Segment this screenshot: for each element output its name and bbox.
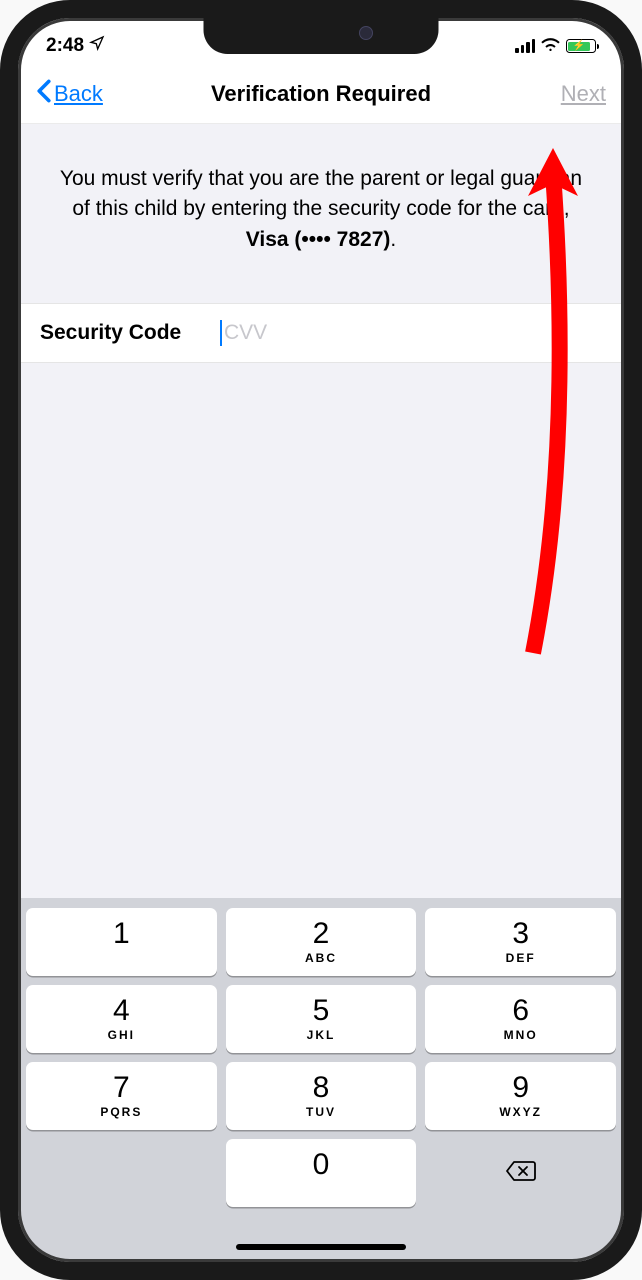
security-code-field[interactable]: Security Code (18, 303, 624, 363)
key-5[interactable]: 5JKL (226, 985, 417, 1053)
backspace-icon (505, 1159, 537, 1188)
wifi-icon (541, 37, 560, 56)
side-button (0, 240, 8, 318)
key-7[interactable]: 7PQRS (26, 1062, 217, 1130)
card-identifier: Visa (•••• 7827) (246, 228, 391, 251)
page-title: Verification Required (211, 81, 431, 107)
verification-instruction: You must verify that you are the parent … (18, 124, 624, 303)
key-9[interactable]: 9WXYZ (425, 1062, 616, 1130)
notch (204, 16, 439, 54)
chevron-left-icon (36, 79, 52, 109)
home-indicator[interactable] (236, 1244, 406, 1250)
key-6[interactable]: 6MNO (425, 985, 616, 1053)
battery-icon: ⚡ (566, 39, 596, 53)
side-button (0, 335, 8, 413)
key-4[interactable]: 4GHI (26, 985, 217, 1053)
numeric-keyboard: 1 2ABC 3DEF 4GHI 5JKL 6MNO 7PQRS 8TUV 9W… (18, 898, 624, 1262)
key-blank (26, 1139, 217, 1207)
location-icon (89, 35, 105, 57)
back-button[interactable]: Back (36, 79, 103, 109)
key-1[interactable]: 1 (26, 908, 217, 976)
status-time: 2:48 (46, 35, 84, 57)
cellular-signal-icon (515, 39, 535, 53)
back-label: Back (54, 81, 103, 107)
front-camera (359, 26, 373, 40)
security-code-input[interactable] (224, 321, 602, 345)
security-code-label: Security Code (40, 321, 220, 345)
key-2[interactable]: 2ABC (226, 908, 417, 976)
backspace-button[interactable] (425, 1139, 616, 1207)
key-0[interactable]: 0 (226, 1139, 417, 1207)
text-cursor (220, 320, 222, 346)
side-button (0, 165, 8, 207)
key-3[interactable]: 3DEF (425, 908, 616, 976)
next-button[interactable]: Next (561, 81, 606, 107)
key-8[interactable]: 8TUV (226, 1062, 417, 1130)
nav-bar: Back Verification Required Next (18, 68, 624, 124)
side-button (634, 260, 642, 370)
